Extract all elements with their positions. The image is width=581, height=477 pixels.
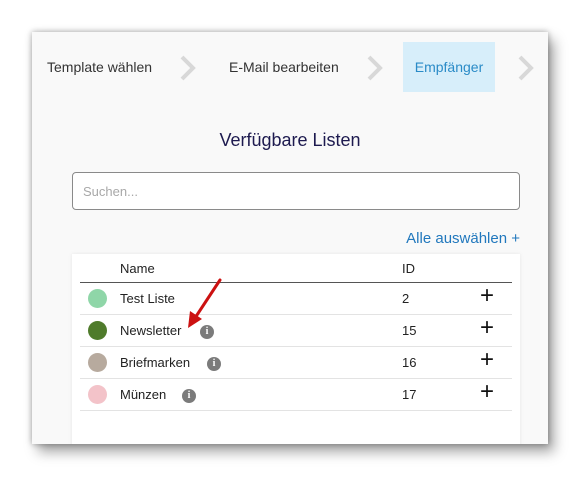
- list-color-dot: [88, 385, 107, 404]
- list-color-dot: [88, 289, 107, 308]
- info-icon[interactable]: i: [182, 389, 196, 403]
- list-name: Münzen: [120, 387, 167, 402]
- table-row: Briefmarken i 16 +: [80, 347, 512, 379]
- add-list-button[interactable]: +: [480, 380, 494, 404]
- column-header-id: ID: [402, 261, 415, 276]
- step-empfaenger[interactable]: Empfänger: [403, 42, 495, 92]
- lists-table: Name ID Test Liste 2 + Newsletter i 15 +…: [72, 254, 520, 444]
- page-title: Verfügbare Listen: [219, 130, 361, 150]
- chevron-right-icon: [176, 54, 202, 82]
- table-row: Test Liste 2 +: [80, 283, 512, 315]
- add-list-button[interactable]: +: [480, 284, 494, 308]
- list-id: 16: [402, 355, 417, 370]
- list-id: 2: [402, 291, 410, 306]
- wizard-steps: Template wählen E-Mail bearbeiten Empfän…: [32, 32, 548, 112]
- list-color-dot: [88, 321, 107, 340]
- list-id: 15: [402, 323, 417, 338]
- select-all-button[interactable]: Alle auswählen +: [406, 230, 520, 247]
- chevron-right-icon: [514, 54, 540, 82]
- search-input[interactable]: [72, 172, 520, 210]
- list-color-dot: [88, 353, 107, 372]
- step-email-bearbeiten[interactable]: E-Mail bearbeiten: [229, 42, 339, 92]
- campaign-wizard-card: Template wählen E-Mail bearbeiten Empfän…: [32, 32, 548, 444]
- add-list-button[interactable]: +: [480, 348, 494, 372]
- add-list-button[interactable]: +: [480, 316, 494, 340]
- info-icon[interactable]: i: [200, 325, 214, 339]
- table-row: Newsletter i 15 +: [80, 315, 512, 347]
- table-header: Name ID: [80, 254, 512, 283]
- info-icon[interactable]: i: [207, 357, 221, 371]
- step-template-waehlen[interactable]: Template wählen: [47, 42, 152, 92]
- chevron-right-icon: [363, 54, 389, 82]
- table-row: Münzen i 17 +: [80, 379, 512, 411]
- column-header-name: Name: [120, 261, 155, 276]
- list-name: Newsletter: [120, 323, 182, 338]
- list-name: Test Liste: [120, 291, 175, 306]
- list-id: 17: [402, 387, 417, 402]
- list-name: Briefmarken: [120, 355, 191, 370]
